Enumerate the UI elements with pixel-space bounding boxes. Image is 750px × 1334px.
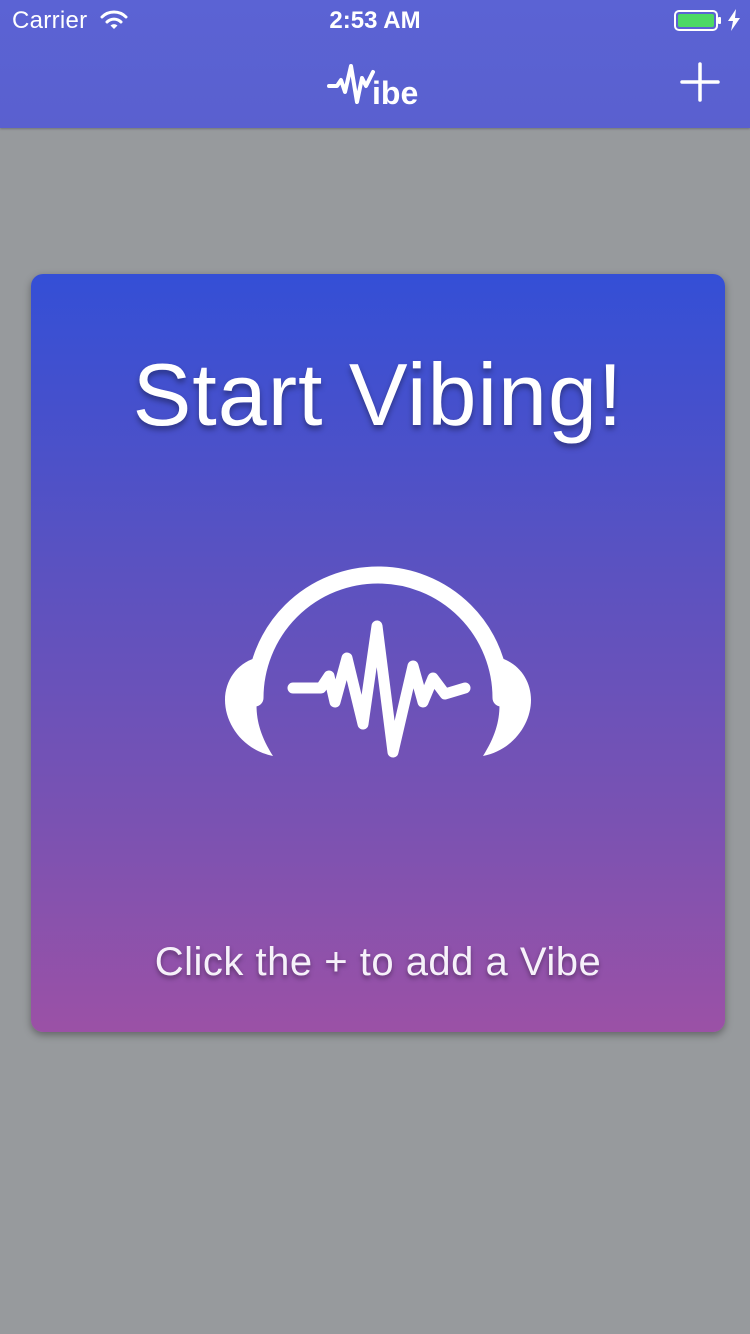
card-hint-text: Click the + to add a Vibe: [154, 940, 602, 984]
vibe-logo-icon: ibe: [327, 64, 418, 111]
start-vibing-card[interactable]: Start Vibing! Click the + to add a Vibe: [31, 274, 725, 1032]
headphones-waveform-icon: [225, 566, 531, 758]
status-bar: Carrier 2:53 AM: [0, 0, 750, 40]
app-logo: ibe: [327, 62, 425, 111]
add-vibe-button[interactable]: [678, 60, 722, 104]
plus-icon: [680, 62, 720, 102]
battery-icon: [674, 10, 721, 31]
card-title: Start Vibing!: [132, 345, 624, 444]
status-time: 2:53 AM: [329, 7, 421, 34]
charging-icon: [728, 9, 740, 31]
top-bar: Carrier 2:53 AM ibe: [0, 0, 750, 128]
logo-text: ibe: [372, 75, 418, 110]
